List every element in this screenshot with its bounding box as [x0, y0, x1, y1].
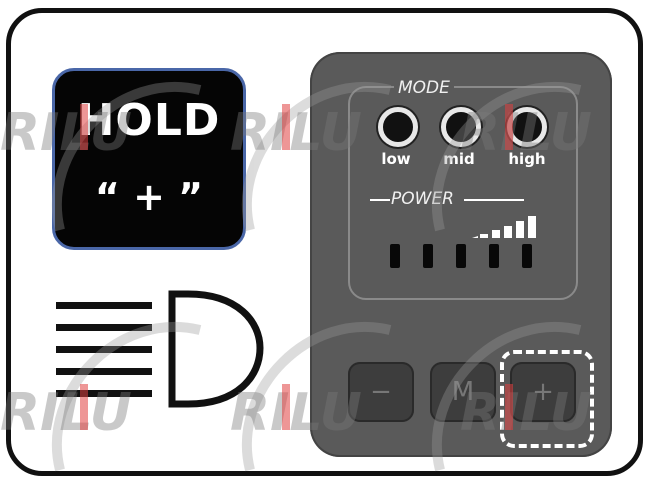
power-bar [489, 244, 499, 268]
hold-key-text: “ + ” [94, 175, 204, 219]
led-label-low: low [381, 150, 411, 168]
power-divider-left [370, 199, 390, 201]
mode-key[interactable]: M [430, 362, 496, 422]
led-label-high: high [508, 150, 546, 168]
signal-strength-icon [472, 216, 536, 238]
plus-key-highlight [500, 350, 594, 448]
led-high [507, 107, 547, 147]
hold-title: HOLD [77, 95, 221, 146]
high-beam-headlight-icon [56, 290, 264, 408]
power-divider-right [464, 199, 524, 201]
mode-label: MODE [394, 78, 454, 98]
power-label: POWER [391, 189, 454, 209]
led-low [378, 107, 418, 147]
minus-key[interactable]: − [348, 362, 414, 422]
power-bar [390, 244, 400, 268]
power-bar [456, 244, 466, 268]
led-mid [441, 107, 481, 147]
power-bar [522, 244, 532, 268]
hold-instruction-box: HOLD “ + ” [52, 68, 246, 250]
led-label-mid: mid [443, 150, 475, 168]
power-bar [423, 244, 433, 268]
